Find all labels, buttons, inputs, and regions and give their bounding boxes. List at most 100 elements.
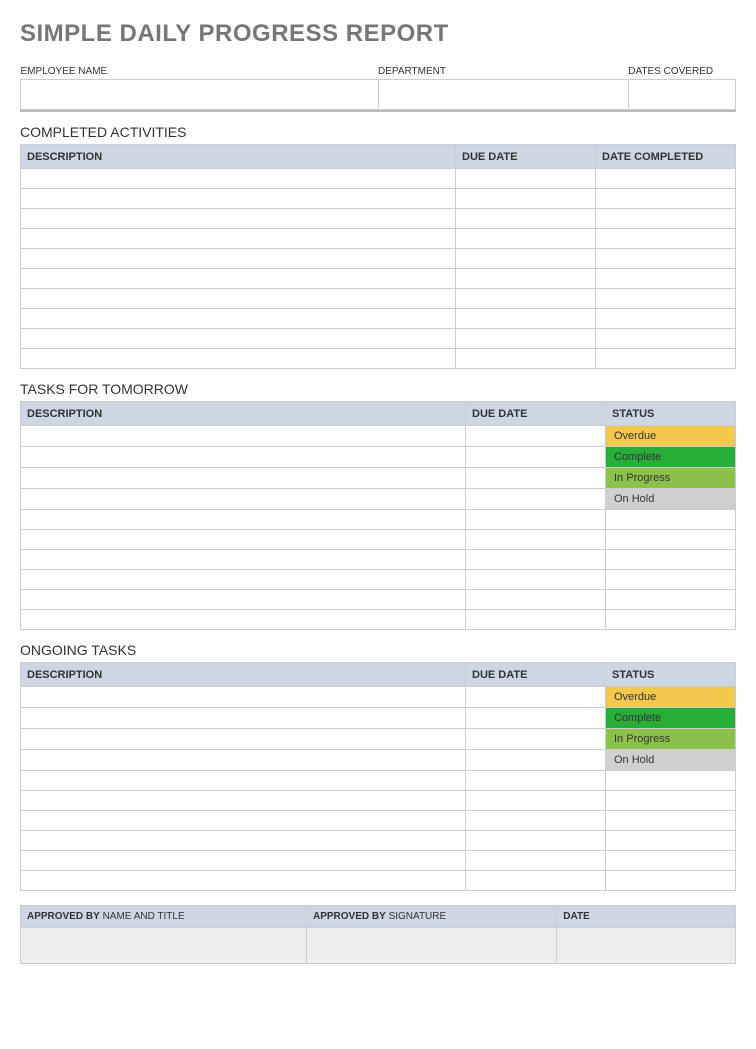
cell-due[interactable] bbox=[466, 590, 606, 610]
cell-status[interactable] bbox=[606, 570, 736, 590]
cell-due[interactable] bbox=[456, 229, 596, 249]
cell-status[interactable]: Complete bbox=[606, 708, 736, 729]
cell-due[interactable] bbox=[466, 489, 606, 510]
department-input[interactable] bbox=[378, 80, 628, 110]
cell-due[interactable] bbox=[466, 610, 606, 630]
cell-status[interactable] bbox=[606, 831, 736, 851]
cell-desc[interactable] bbox=[21, 729, 466, 750]
cell-due[interactable] bbox=[466, 687, 606, 708]
cell-status[interactable]: In Progress bbox=[606, 729, 736, 750]
cell-date[interactable] bbox=[596, 309, 736, 329]
cell-date[interactable] bbox=[596, 349, 736, 369]
cell-desc[interactable] bbox=[21, 329, 456, 349]
cell-desc[interactable] bbox=[21, 289, 456, 309]
cell-date[interactable] bbox=[596, 249, 736, 269]
cell-date[interactable] bbox=[596, 229, 736, 249]
cell-desc[interactable] bbox=[21, 169, 456, 189]
cell-desc[interactable] bbox=[21, 550, 466, 570]
cell-desc[interactable] bbox=[21, 468, 466, 489]
table-row bbox=[21, 871, 736, 891]
cell-desc[interactable] bbox=[21, 349, 456, 369]
cell-due[interactable] bbox=[466, 708, 606, 729]
cell-due[interactable] bbox=[456, 329, 596, 349]
table-row: In Progress bbox=[21, 468, 736, 489]
cell-desc[interactable] bbox=[21, 447, 466, 468]
approval-name-input[interactable] bbox=[21, 928, 307, 964]
table-row bbox=[21, 771, 736, 791]
cell-desc[interactable] bbox=[21, 189, 456, 209]
cell-desc[interactable] bbox=[21, 209, 456, 229]
cell-status[interactable] bbox=[606, 550, 736, 570]
cell-desc[interactable] bbox=[21, 687, 466, 708]
cell-status[interactable] bbox=[606, 510, 736, 530]
cell-status[interactable]: In Progress bbox=[606, 468, 736, 489]
cell-desc[interactable] bbox=[21, 489, 466, 510]
cell-desc[interactable] bbox=[21, 708, 466, 729]
cell-due[interactable] bbox=[466, 771, 606, 791]
cell-due[interactable] bbox=[466, 530, 606, 550]
cell-date[interactable] bbox=[596, 269, 736, 289]
cell-due[interactable] bbox=[466, 831, 606, 851]
cell-desc[interactable] bbox=[21, 750, 466, 771]
cell-desc[interactable] bbox=[21, 530, 466, 550]
cell-due[interactable] bbox=[466, 871, 606, 891]
cell-due[interactable] bbox=[456, 289, 596, 309]
cell-desc[interactable] bbox=[21, 309, 456, 329]
cell-due[interactable] bbox=[466, 570, 606, 590]
cell-due[interactable] bbox=[456, 209, 596, 229]
cell-desc[interactable] bbox=[21, 811, 466, 831]
cell-desc[interactable] bbox=[21, 831, 466, 851]
cell-desc[interactable] bbox=[21, 610, 466, 630]
cell-due[interactable] bbox=[466, 729, 606, 750]
cell-due[interactable] bbox=[456, 169, 596, 189]
cell-due[interactable] bbox=[466, 851, 606, 871]
cell-status[interactable]: Overdue bbox=[606, 426, 736, 447]
cell-desc[interactable] bbox=[21, 269, 456, 289]
cell-date[interactable] bbox=[596, 289, 736, 309]
cell-status[interactable]: Overdue bbox=[606, 687, 736, 708]
cell-due[interactable] bbox=[456, 349, 596, 369]
cell-status[interactable]: Complete bbox=[606, 447, 736, 468]
cell-due[interactable] bbox=[466, 791, 606, 811]
cell-due[interactable] bbox=[456, 309, 596, 329]
approval-signature-input[interactable] bbox=[307, 928, 557, 964]
cell-date[interactable] bbox=[596, 209, 736, 229]
cell-desc[interactable] bbox=[21, 570, 466, 590]
cell-due[interactable] bbox=[466, 811, 606, 831]
cell-desc[interactable] bbox=[21, 249, 456, 269]
cell-due[interactable] bbox=[466, 447, 606, 468]
cell-due[interactable] bbox=[466, 510, 606, 530]
cell-desc[interactable] bbox=[21, 510, 466, 530]
cell-due[interactable] bbox=[456, 189, 596, 209]
cell-due[interactable] bbox=[466, 468, 606, 489]
cell-status[interactable] bbox=[606, 590, 736, 610]
cell-date[interactable] bbox=[596, 189, 736, 209]
cell-due[interactable] bbox=[456, 269, 596, 289]
cell-desc[interactable] bbox=[21, 851, 466, 871]
employee-input[interactable] bbox=[21, 80, 379, 110]
cell-desc[interactable] bbox=[21, 771, 466, 791]
cell-status[interactable] bbox=[606, 871, 736, 891]
cell-status[interactable] bbox=[606, 851, 736, 871]
cell-due[interactable] bbox=[456, 249, 596, 269]
cell-desc[interactable] bbox=[21, 871, 466, 891]
cell-status[interactable]: On Hold bbox=[606, 489, 736, 510]
table-row bbox=[21, 269, 736, 289]
cell-status[interactable] bbox=[606, 530, 736, 550]
cell-desc[interactable] bbox=[21, 229, 456, 249]
approval-date-input[interactable] bbox=[557, 928, 736, 964]
cell-due[interactable] bbox=[466, 750, 606, 771]
cell-due[interactable] bbox=[466, 426, 606, 447]
cell-desc[interactable] bbox=[21, 590, 466, 610]
dates-input[interactable] bbox=[628, 80, 735, 110]
cell-date[interactable] bbox=[596, 329, 736, 349]
cell-status[interactable] bbox=[606, 610, 736, 630]
cell-status[interactable] bbox=[606, 791, 736, 811]
cell-date[interactable] bbox=[596, 169, 736, 189]
cell-due[interactable] bbox=[466, 550, 606, 570]
cell-status[interactable]: On Hold bbox=[606, 750, 736, 771]
cell-status[interactable] bbox=[606, 811, 736, 831]
cell-desc[interactable] bbox=[21, 791, 466, 811]
cell-status[interactable] bbox=[606, 771, 736, 791]
cell-desc[interactable] bbox=[21, 426, 466, 447]
